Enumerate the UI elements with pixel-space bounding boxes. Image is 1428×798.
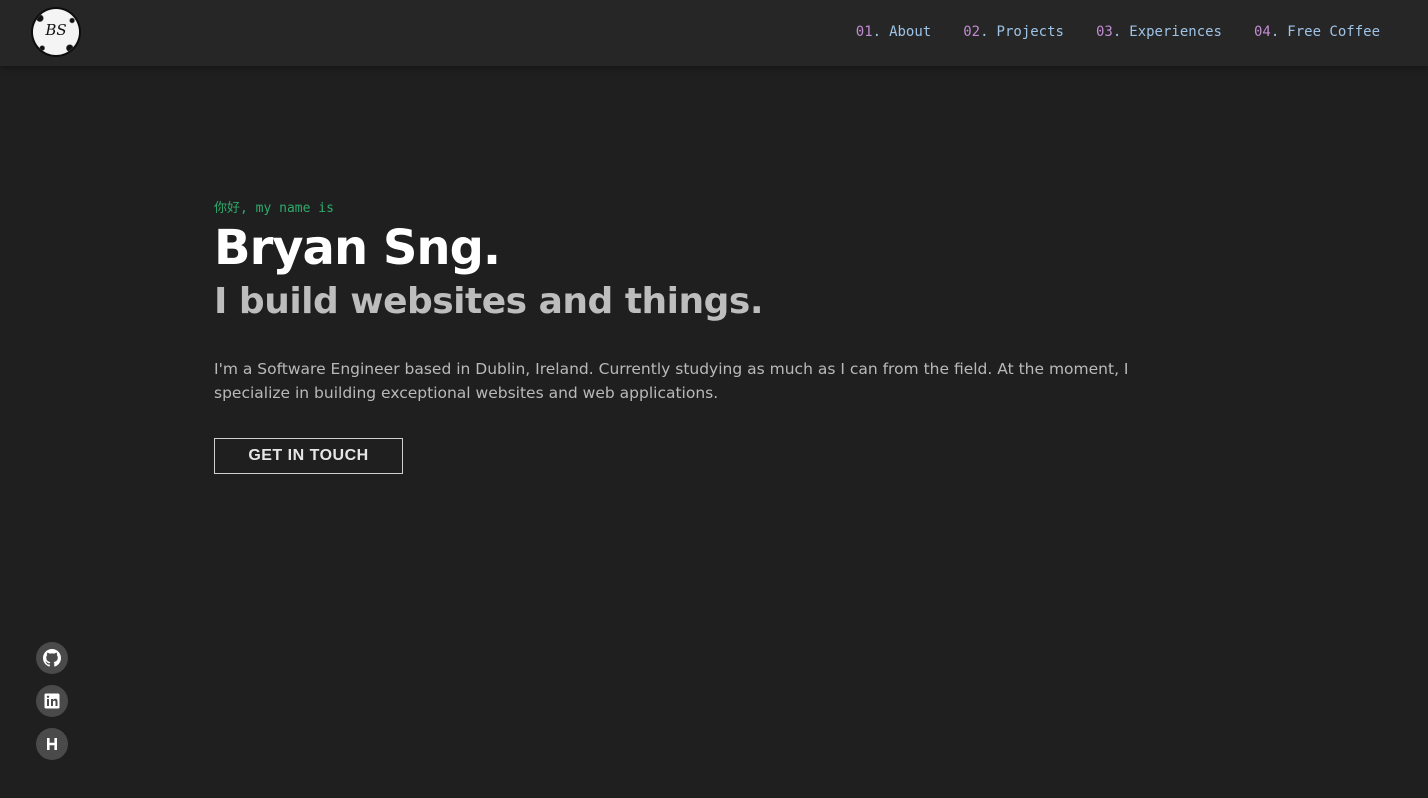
logo[interactable]: BS: [33, 9, 79, 55]
top-nav-bar: BS 01. About 02. Projects 03. Experiences 0…: [0, 0, 1428, 66]
nav-item-experiences[interactable]: 03. Experiences: [1096, 24, 1222, 40]
nav-item-free-coffee[interactable]: 04. Free Coffee: [1254, 24, 1380, 40]
nav-item-number: 03: [1095, 24, 1113, 40]
social-links: [36, 642, 68, 760]
hero-name: Bryan Sng.: [214, 220, 501, 276]
linkedin-icon: [44, 693, 60, 709]
nav-item-label: Free Coffee: [1287, 24, 1380, 40]
nav-item-projects[interactable]: 02. Projects: [963, 24, 1064, 40]
nav-item-number: 04: [1253, 24, 1271, 40]
nav-item-label: Projects: [996, 24, 1064, 40]
nav-item-number: 02: [963, 24, 981, 40]
hero-section: 你好, my name is Bryan Sng. I build websit…: [214, 199, 1214, 474]
hashnode-link[interactable]: [36, 728, 68, 760]
nav-item-about[interactable]: 01. About: [856, 24, 931, 40]
github-link[interactable]: [36, 642, 68, 674]
hashnode-icon: [44, 736, 60, 752]
greeting-text: 你好, my name is: [214, 201, 334, 216]
nav-item-label: About: [889, 24, 932, 40]
main-nav: 01. About 02. Projects 03. Experiences 04. F…: [856, 24, 1380, 40]
nav-item-number: 01: [855, 24, 873, 40]
linkedin-link[interactable]: [36, 685, 68, 717]
logo-text: BS: [45, 21, 67, 39]
github-icon: [43, 649, 61, 667]
hero-bio: I'm a Software Engineer based in Dublin,…: [214, 360, 1129, 402]
nav-item-label: Experiences: [1129, 24, 1222, 40]
hero-tagline: I build websites and things.: [214, 281, 764, 322]
get-in-touch-button[interactable]: GET IN TOUCH: [214, 438, 403, 474]
